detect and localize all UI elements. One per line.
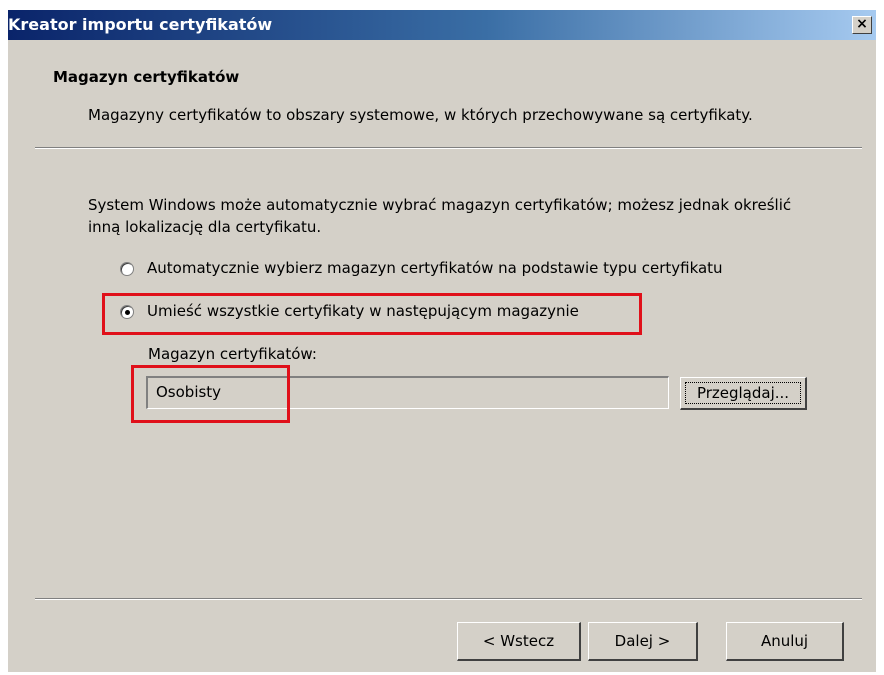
title-bar[interactable]: Kreator importu certyfikatów × <box>8 10 876 40</box>
radio-icon[interactable] <box>120 262 134 276</box>
close-button[interactable]: × <box>852 16 872 34</box>
next-button-label: Dalej > <box>614 632 671 650</box>
intro-text: System Windows może automatycznie wybrać… <box>88 196 792 236</box>
back-button[interactable]: < Wstecz <box>457 622 581 661</box>
radio-auto-label: Automatycznie wybierz magazyn certyfikat… <box>147 259 723 277</box>
radio-icon[interactable] <box>120 305 134 319</box>
close-icon: × <box>856 16 868 32</box>
store-label: Magazyn certyfikatów: <box>148 345 317 363</box>
window-title: Kreator importu certyfikatów <box>8 15 273 34</box>
cancel-button[interactable]: Anuluj <box>726 622 844 661</box>
footer-separator <box>35 598 862 600</box>
focus-ring <box>685 382 801 404</box>
radio-manual-label: Umieść wszystkie certyfikaty w następują… <box>147 302 579 320</box>
store-field[interactable]: Osobisty <box>146 376 669 409</box>
wizard-header: Magazyn certyfikatów Magazyny certyfikat… <box>8 40 876 140</box>
next-button[interactable]: Dalej > <box>588 622 698 661</box>
import-wizard-window: Kreator importu certyfikatów × Magazyn c… <box>8 10 876 672</box>
header-separator <box>35 147 862 149</box>
page-subtitle: Magazyny certyfikatów to obszary systemo… <box>88 106 753 124</box>
back-button-label: < Wstecz <box>482 632 555 650</box>
browse-button[interactable]: Przeglądaj... <box>680 377 807 410</box>
page-title: Magazyn certyfikatów <box>53 68 240 86</box>
cancel-button-label: Anuluj <box>760 632 809 650</box>
